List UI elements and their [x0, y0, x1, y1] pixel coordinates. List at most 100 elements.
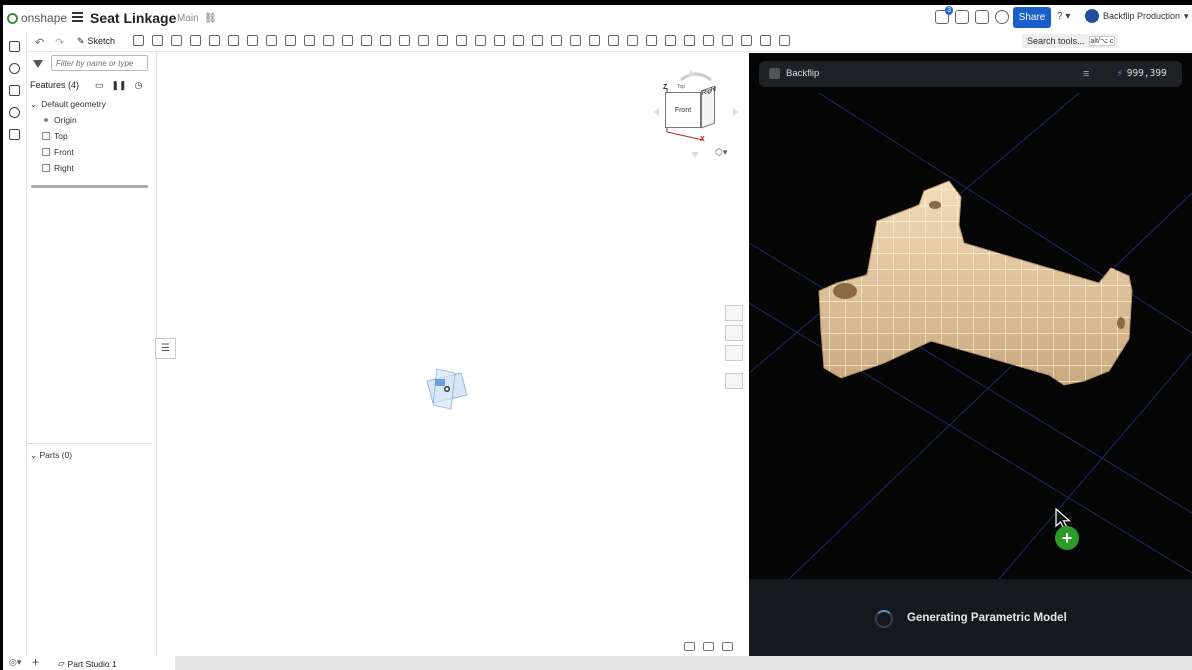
- draft-icon[interactable]: [266, 35, 277, 46]
- default-geometry-label: Default geometry: [41, 99, 106, 109]
- frame-icon[interactable]: [627, 35, 638, 46]
- variable-icon[interactable]: [608, 35, 619, 46]
- properties-icon[interactable]: [9, 129, 20, 140]
- split-icon[interactable]: [399, 35, 410, 46]
- link-icon[interactable]: ⛓: [204, 13, 217, 24]
- hamburger-menu-icon[interactable]: [72, 12, 83, 22]
- explode-view-icon[interactable]: [725, 345, 743, 361]
- user-name: Backflip Production: [1103, 11, 1181, 21]
- sheet-metal-icon[interactable]: [589, 35, 600, 46]
- toggle-feature-panel-button[interactable]: ☰: [155, 338, 176, 359]
- tree-item-top[interactable]: Top: [30, 128, 106, 144]
- notifications-icon[interactable]: 3: [935, 6, 953, 24]
- filter-input[interactable]: [51, 55, 148, 71]
- render-mode-icon[interactable]: [725, 325, 743, 341]
- extrude-icon[interactable]: [133, 35, 144, 46]
- mass-properties-icon[interactable]: [703, 642, 714, 651]
- settings-icon[interactable]: [722, 642, 733, 651]
- tab-label: Part Studio 1: [67, 658, 117, 669]
- view-cube-right-face[interactable]: Right: [701, 85, 716, 129]
- modify-fillet-icon[interactable]: [456, 35, 467, 46]
- sweep-icon[interactable]: [171, 35, 182, 46]
- front-label: Front: [674, 106, 692, 114]
- origin-triad-icon[interactable]: [421, 365, 473, 413]
- view-menu-icon[interactable]: ◎▾: [9, 657, 21, 668]
- pattern-icon[interactable]: [342, 35, 353, 46]
- view-cube-front-face[interactable]: Front: [665, 92, 701, 128]
- offset-surface-icon[interactable]: [513, 35, 524, 46]
- mirror-icon[interactable]: [361, 35, 372, 46]
- display-mode-icon[interactable]: [725, 373, 743, 389]
- feature-list-scrollbar[interactable]: [31, 185, 148, 188]
- plane-icon[interactable]: [532, 35, 543, 46]
- rib-icon[interactable]: [285, 35, 296, 46]
- comments-icon[interactable]: [9, 85, 20, 96]
- backflip-header: Backflip ≡ ⚡ 999,399: [759, 61, 1182, 87]
- hole-icon[interactable]: [323, 35, 334, 46]
- chamfer-icon[interactable]: [247, 35, 258, 46]
- feature-list-icon[interactable]: [9, 41, 20, 52]
- surface-icon[interactable]: [684, 35, 695, 46]
- loft-icon[interactable]: [190, 35, 201, 46]
- plane-icon: [42, 164, 50, 172]
- tree-item-label: Front: [54, 147, 74, 157]
- app-store-icon[interactable]: [975, 10, 989, 24]
- wrap-icon[interactable]: [722, 35, 733, 46]
- pause-icon[interactable]: ❚❚: [112, 80, 127, 91]
- tab-bar: ◎▾ + ▱ Part Studio 1: [3, 655, 1192, 670]
- tree-item-origin[interactable]: Origin: [30, 112, 106, 128]
- thicken-icon[interactable]: [209, 35, 220, 46]
- undo-icon[interactable]: ↶: [35, 36, 44, 49]
- enclose-icon[interactable]: [703, 35, 714, 46]
- document-info-icon[interactable]: [955, 10, 969, 24]
- onshape-logo[interactable]: onshape: [7, 11, 67, 25]
- user-menu[interactable]: Backflip Production ▾: [1085, 9, 1189, 23]
- filter-icon[interactable]: [33, 60, 43, 68]
- tag-icon[interactable]: [646, 35, 657, 46]
- view-cube[interactable]: Front Right Top Z X ⬡▾: [651, 70, 741, 160]
- measure-icon[interactable]: [684, 642, 695, 651]
- transform-icon[interactable]: [418, 35, 429, 46]
- route-icon[interactable]: [741, 35, 752, 46]
- model-preview[interactable]: [749, 93, 1192, 579]
- revolve-icon[interactable]: [152, 35, 163, 46]
- status-bar: Generating Parametric Model: [749, 579, 1192, 656]
- boolean-icon[interactable]: [380, 35, 391, 46]
- learning-center-icon[interactable]: [995, 10, 1009, 24]
- tree-item-right[interactable]: Right: [30, 160, 106, 176]
- curve-icon[interactable]: [665, 35, 676, 46]
- x-axis-label: X: [700, 136, 705, 143]
- section-view-icon[interactable]: [725, 305, 743, 321]
- add-custom-feature-icon[interactable]: [779, 35, 790, 46]
- shell-icon[interactable]: [304, 35, 315, 46]
- default-geometry-node[interactable]: ⌄ Default geometry: [30, 96, 106, 112]
- parts-section[interactable]: ⌄ Parts (0): [30, 450, 72, 461]
- view-options-icon[interactable]: ⬡▾: [715, 147, 727, 158]
- delete-part-icon[interactable]: [437, 35, 448, 46]
- branch-label[interactable]: Main: [177, 13, 199, 24]
- add-folder-icon[interactable]: ▭: [95, 80, 104, 91]
- history-icon[interactable]: [9, 107, 20, 118]
- helix-icon[interactable]: [570, 35, 581, 46]
- document-title[interactable]: Seat Linkage: [90, 10, 176, 26]
- redo-icon[interactable]: ↷: [55, 36, 64, 49]
- backflip-logo-icon: [769, 68, 780, 79]
- hamburger-menu-icon[interactable]: ≡: [1083, 68, 1089, 80]
- share-button[interactable]: Share: [1013, 7, 1051, 28]
- move-face-icon[interactable]: [475, 35, 486, 46]
- replace-face-icon[interactable]: [494, 35, 505, 46]
- mate-connector-icon[interactable]: [551, 35, 562, 46]
- help-menu[interactable]: ? ▾: [1057, 11, 1070, 22]
- fillet-icon[interactable]: [228, 35, 239, 46]
- feature-controls: ▭ ❚❚ ◷: [95, 80, 142, 91]
- tree-item-front[interactable]: Front: [30, 144, 106, 160]
- custom-feature-icon[interactable]: [760, 35, 771, 46]
- sketch-button[interactable]: ✎ Sketch: [77, 34, 115, 48]
- add-tab-button[interactable]: +: [32, 655, 39, 669]
- tab-part-studio[interactable]: ▱ Part Studio 1: [58, 658, 117, 669]
- instance-list-icon[interactable]: [9, 63, 20, 74]
- plane-icon: [42, 132, 50, 140]
- search-tools-input[interactable]: Search tools... alt/⌥ c: [1022, 34, 1118, 48]
- rollback-timer-icon[interactable]: ◷: [135, 80, 143, 91]
- add-button[interactable]: +: [1055, 526, 1079, 550]
